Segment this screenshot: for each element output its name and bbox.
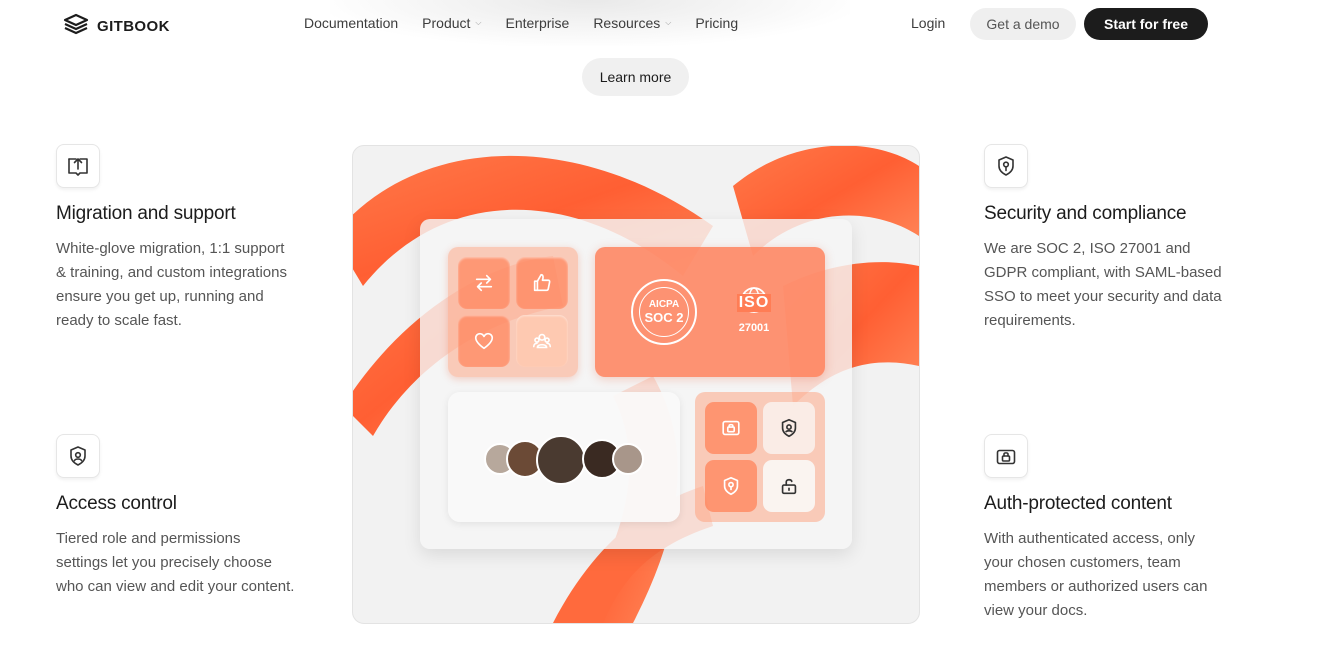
avatar xyxy=(536,435,586,485)
lock-tiles xyxy=(695,392,825,522)
feature-auth-protected: Auth-protected content With authenticate… xyxy=(984,434,1224,623)
soc2-badge-main: SOC 2 xyxy=(644,310,684,325)
security-illustration: AICPA SOC 2 ISO 27001 xyxy=(352,145,920,624)
login-link[interactable]: Login xyxy=(911,15,945,31)
nav-label: Documentation xyxy=(304,15,399,31)
nav-label: Product xyxy=(422,15,471,31)
glass-panel: AICPA SOC 2 ISO 27001 xyxy=(420,219,852,549)
feature-title: Auth-protected content xyxy=(984,493,1172,514)
learn-more-button[interactable]: Learn more xyxy=(582,58,689,96)
lock-card-icon xyxy=(705,402,757,454)
main-nav: Documentation Product ⌵ Enterprise Resour… xyxy=(304,15,738,31)
logo-text: GITBOOK xyxy=(97,18,170,35)
chevron-down-icon: ⌵ xyxy=(475,18,482,27)
shield-lock-icon xyxy=(705,460,757,512)
gitbook-logo-icon xyxy=(63,13,89,40)
iso-badge: ISO 27001 xyxy=(721,279,787,345)
nav-enterprise[interactable]: Enterprise xyxy=(506,15,570,31)
nav-documentation[interactable]: Documentation xyxy=(304,15,398,31)
shield-user-icon xyxy=(56,434,100,478)
team-avatars-panel xyxy=(448,392,680,522)
heart-icon xyxy=(458,315,510,367)
feature-description: White-glove migration, 1:1 support & tra… xyxy=(56,240,287,329)
nav-label: Resources xyxy=(593,15,661,31)
action-tiles xyxy=(448,247,578,377)
iso-badge-number: 27001 xyxy=(738,322,770,334)
nav-pricing[interactable]: Pricing xyxy=(695,15,738,31)
certification-panel: AICPA SOC 2 ISO 27001 xyxy=(595,247,825,377)
iso-badge-main: ISO xyxy=(736,294,772,312)
chevron-down-icon: ⌵ xyxy=(665,18,672,27)
get-demo-button[interactable]: Get a demo xyxy=(970,8,1076,40)
unlock-icon xyxy=(763,460,815,512)
feature-access-control: Access control Tiered role and permissio… xyxy=(56,434,296,599)
nav-label: Enterprise xyxy=(505,15,570,31)
gitbook-logo[interactable]: GITBOOK xyxy=(63,13,170,40)
feature-title: Migration and support xyxy=(56,203,236,224)
feature-description: We are SOC 2, ISO 27001 and GDPR complia… xyxy=(984,240,1222,329)
feature-migration: Migration and support White-glove migrat… xyxy=(56,144,296,333)
lock-card-icon xyxy=(984,434,1028,478)
nav-product[interactable]: Product ⌵ xyxy=(422,15,481,31)
group-users-icon xyxy=(516,315,568,367)
avatar xyxy=(612,443,644,475)
thumbs-up-icon xyxy=(516,257,568,309)
upload-book-icon xyxy=(56,144,100,188)
feature-description: With authenticated access, only your cho… xyxy=(984,530,1208,619)
arrows-swap-icon xyxy=(458,257,510,309)
start-free-button[interactable]: Start for free xyxy=(1084,8,1208,40)
feature-title: Security and compliance xyxy=(984,203,1187,224)
feature-title: Access control xyxy=(56,493,177,514)
shield-lock-icon xyxy=(984,144,1028,188)
shield-user-icon xyxy=(763,402,815,454)
feature-description: Tiered role and permissions settings let… xyxy=(56,530,295,595)
soc2-badge: AICPA SOC 2 xyxy=(631,279,697,345)
nav-label: Pricing xyxy=(695,15,739,31)
feature-security: Security and compliance We are SOC 2, IS… xyxy=(984,144,1224,333)
nav-resources[interactable]: Resources ⌵ xyxy=(593,15,671,31)
